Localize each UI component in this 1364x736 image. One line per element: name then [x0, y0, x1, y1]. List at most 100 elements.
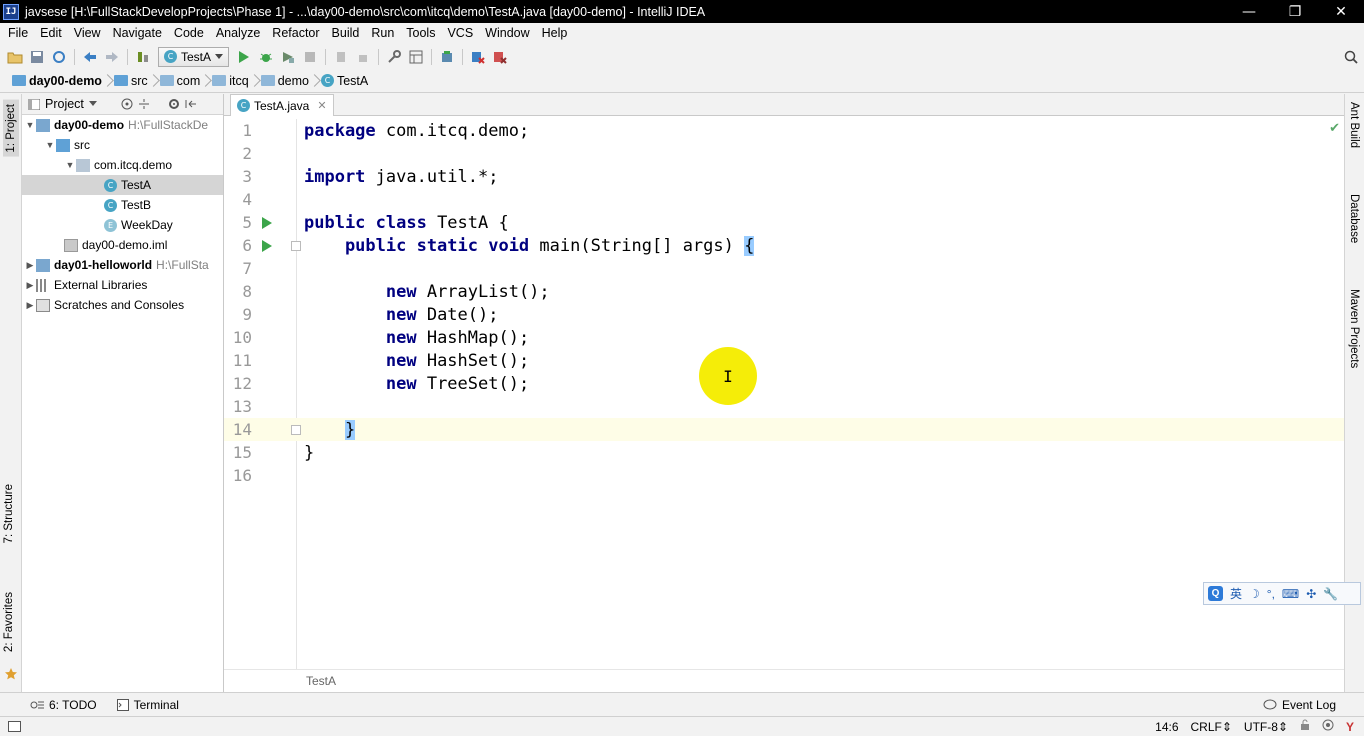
run-gutter-icon[interactable]: [262, 239, 272, 252]
tab-testa-java[interactable]: C TestA.java ✕: [230, 94, 334, 116]
forward-arrow-icon[interactable]: [101, 46, 123, 68]
chevron-right-icon[interactable]: ▶: [24, 280, 36, 291]
tree-item-package[interactable]: ▼ com.itcq.demo: [22, 155, 223, 175]
menu-file[interactable]: File: [2, 26, 34, 40]
chevron-down-icon[interactable]: ▼: [44, 140, 56, 150]
tree-item-iml[interactable]: day00-demo.iml: [22, 235, 223, 255]
project-tool-tab[interactable]: 1: Project: [3, 100, 19, 157]
tree-item-testa[interactable]: C TestA: [22, 175, 223, 195]
code-line[interactable]: 1 package com.itcq.demo;: [224, 119, 1344, 142]
terminal-tool-tab[interactable]: Terminal: [107, 698, 189, 712]
maven-projects-tool-tab[interactable]: Maven Projects: [1348, 289, 1360, 368]
tree-item-external-libraries[interactable]: ▶ External Libraries: [22, 275, 223, 295]
menu-refactor[interactable]: Refactor: [266, 26, 325, 40]
code-line[interactable]: 8 new ArrayList();: [224, 280, 1344, 303]
structure-tool-tab[interactable]: 7: Structure: [3, 484, 15, 543]
tree-item-scratches[interactable]: ▶ Scratches and Consoles: [22, 295, 223, 315]
run-icon[interactable]: [233, 46, 255, 68]
ime-fullwidth-icon[interactable]: ✣: [1306, 587, 1316, 601]
ime-settings-icon[interactable]: 🔧: [1323, 587, 1338, 601]
code-line[interactable]: 10 new HashMap();: [224, 326, 1344, 349]
code-line[interactable]: 9 new Date();: [224, 303, 1344, 326]
tree-item-day00-demo[interactable]: ▼ day00-demo H:\FullStackDe: [22, 115, 223, 135]
vcs-commit-icon[interactable]: [352, 46, 374, 68]
minimize-button[interactable]: —: [1226, 0, 1272, 23]
code-line[interactable]: 4: [224, 188, 1344, 211]
menu-tools[interactable]: Tools: [400, 26, 441, 40]
chevron-right-icon[interactable]: ▶: [24, 260, 36, 271]
menu-help[interactable]: Help: [536, 26, 574, 40]
close-tab-icon[interactable]: ✕: [317, 99, 326, 112]
sdk-icon[interactable]: [436, 46, 458, 68]
run-config-selector[interactable]: C TestA: [158, 46, 230, 67]
code-area[interactable]: 1 package com.itcq.demo; 2 3 import java.uti…: [224, 119, 1344, 669]
build-project-icon[interactable]: [132, 46, 154, 68]
run-gutter-icon[interactable]: [262, 216, 272, 229]
code-line[interactable]: 13: [224, 395, 1344, 418]
scroll-from-source-icon[interactable]: [121, 98, 133, 110]
menu-window[interactable]: Window: [479, 26, 535, 40]
search-everywhere-icon[interactable]: [1340, 46, 1362, 68]
chevron-down-icon[interactable]: ▼: [64, 160, 76, 170]
settings-wrench-icon[interactable]: [383, 46, 405, 68]
chevron-down-icon[interactable]: [88, 101, 97, 107]
code-line[interactable]: 15}: [224, 441, 1344, 464]
vcs-update-icon[interactable]: [330, 46, 352, 68]
breadcrumb-src[interactable]: src: [110, 74, 156, 88]
editor-breadcrumb-class[interactable]: TestA: [306, 674, 336, 688]
fold-marker-icon[interactable]: [291, 240, 301, 251]
tree-item-weekday[interactable]: E WeekDay: [22, 215, 223, 235]
lock-icon[interactable]: [1294, 719, 1316, 734]
chevron-right-icon[interactable]: ▶: [24, 300, 36, 311]
ime-punctuation-icon[interactable]: °,: [1267, 587, 1275, 601]
ime-moon-icon[interactable]: ☽: [1249, 587, 1260, 601]
favorites-tool-tab[interactable]: 2: Favorites: [3, 592, 15, 652]
caret-position[interactable]: 14:6: [1149, 720, 1184, 734]
close-button[interactable]: ✕: [1318, 0, 1364, 23]
code-line[interactable]: 5 public class TestA {: [224, 211, 1344, 234]
breadcrumb-com[interactable]: com: [156, 74, 209, 88]
ime-logo-icon[interactable]: Q: [1208, 586, 1223, 601]
menu-edit[interactable]: Edit: [34, 26, 68, 40]
hide-panel-icon[interactable]: [185, 98, 197, 110]
line-separator[interactable]: CRLF⇕: [1185, 720, 1238, 734]
ant-build-tool-tab[interactable]: Ant Build: [1348, 102, 1360, 148]
breadcrumb-class[interactable]: C TestA: [317, 74, 376, 88]
menu-code[interactable]: Code: [168, 26, 210, 40]
plugin-y-icon[interactable]: Y: [1340, 720, 1364, 734]
code-line[interactable]: 16: [224, 464, 1344, 487]
menu-analyze[interactable]: Analyze: [210, 26, 266, 40]
hector-icon[interactable]: [1316, 719, 1340, 734]
tree-item-day01-helloworld[interactable]: ▶ day01-helloworld H:\FullSta: [22, 255, 223, 275]
gear-icon[interactable]: [168, 98, 180, 110]
fold-marker-icon[interactable]: [291, 424, 301, 435]
project-structure-icon[interactable]: [405, 46, 427, 68]
coverage-icon[interactable]: [277, 46, 299, 68]
tasks-icon[interactable]: [467, 46, 489, 68]
close-tasks-icon[interactable]: [489, 46, 511, 68]
tool-windows-toggle-icon[interactable]: [8, 720, 22, 733]
menu-view[interactable]: View: [68, 26, 107, 40]
project-view-selector[interactable]: Project: [45, 97, 84, 111]
breadcrumb-module[interactable]: day00-demo: [8, 74, 110, 88]
code-line[interactable]: 6 public static void main(String[] args)…: [224, 234, 1344, 257]
menu-build[interactable]: Build: [326, 26, 366, 40]
sync-icon[interactable]: [48, 46, 70, 68]
event-log-tool-tab[interactable]: Event Log: [1253, 698, 1364, 712]
ime-language-toggle[interactable]: 英: [1230, 585, 1242, 602]
database-tool-tab[interactable]: Database: [1348, 194, 1360, 243]
open-folder-icon[interactable]: [4, 46, 26, 68]
breadcrumb-itcq[interactable]: itcq: [208, 74, 256, 88]
chevron-down-icon[interactable]: ▼: [24, 120, 36, 130]
collapse-all-icon[interactable]: [138, 98, 150, 110]
file-encoding[interactable]: UTF-8⇕: [1238, 720, 1294, 734]
code-line[interactable]: 7: [224, 257, 1344, 280]
save-all-icon[interactable]: [26, 46, 48, 68]
menu-navigate[interactable]: Navigate: [107, 26, 168, 40]
code-line[interactable]: 14 }: [224, 418, 1344, 441]
code-line[interactable]: 12 new TreeSet();: [224, 372, 1344, 395]
menu-vcs[interactable]: VCS: [441, 26, 479, 40]
stop-icon[interactable]: [299, 46, 321, 68]
back-arrow-icon[interactable]: [79, 46, 101, 68]
tree-item-src[interactable]: ▼ src: [22, 135, 223, 155]
